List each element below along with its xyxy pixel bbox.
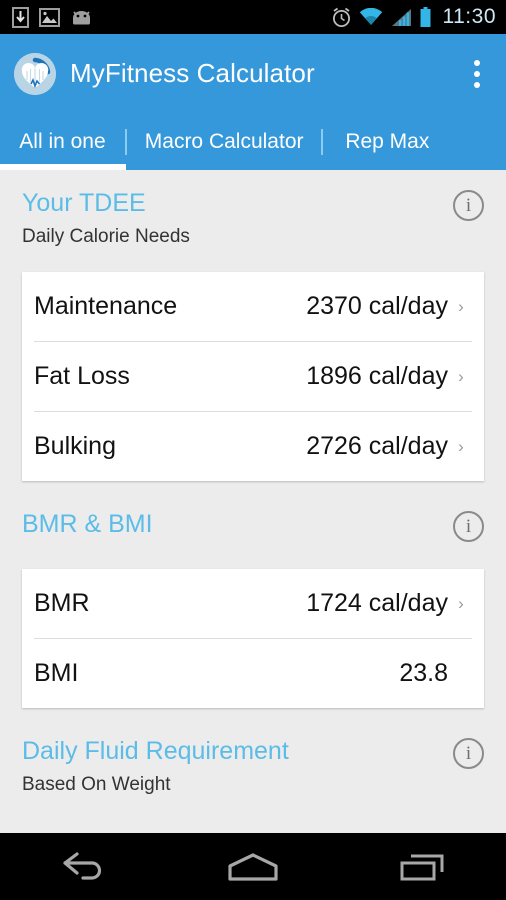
row-label: Bulking — [34, 432, 116, 460]
overflow-dot — [474, 59, 480, 66]
section-header-tdee: Your TDEE Daily Calorie Needs i — [0, 188, 506, 249]
status-bar-clock: 11:30 — [442, 5, 496, 28]
recent-apps-icon — [398, 852, 446, 882]
row-maintenance[interactable]: Maintenance 2370 cal/day › — [22, 272, 484, 341]
nav-back-button[interactable] — [36, 833, 132, 900]
row-bmi[interactable]: BMI 23.8 — [22, 639, 484, 708]
info-icon[interactable]: i — [453, 190, 484, 221]
wifi-icon — [359, 7, 383, 27]
status-bar: 11:30 — [0, 0, 506, 34]
section-texts: Daily Fluid Requirement Based On Weight — [22, 736, 453, 797]
section-header-bmr-bmi: BMR & BMI i — [0, 509, 506, 542]
section-subtitle: Based On Weight — [22, 774, 171, 795]
tab-all-in-one[interactable]: All in one — [0, 113, 125, 170]
chevron-right-icon: › — [458, 296, 464, 316]
row-value: 23.8 — [399, 659, 448, 687]
download-icon — [12, 6, 29, 28]
row-value: 1724 cal/day — [306, 589, 448, 617]
tab-label: Macro Calculator — [144, 129, 304, 153]
row-bulking[interactable]: Bulking 2726 cal/day › — [22, 412, 484, 481]
alarm-clock-icon — [331, 7, 352, 28]
myfitness-logo-icon — [14, 52, 56, 95]
status-bar-right-icons: 11:30 — [331, 5, 497, 29]
nav-recents-button[interactable] — [374, 833, 470, 900]
row-label: Fat Loss — [34, 362, 130, 390]
gallery-image-icon — [39, 7, 60, 27]
overflow-menu-icon[interactable] — [462, 52, 492, 96]
section-texts: Your TDEE Daily Calorie Needs — [22, 188, 453, 249]
chevron-right-icon: › — [458, 366, 464, 386]
section-header-daily-fluid: Daily Fluid Requirement Based On Weight … — [0, 736, 506, 797]
overflow-dot — [474, 81, 480, 88]
tab-label: All in one — [19, 129, 106, 153]
card-tdee: Maintenance 2370 cal/day › Fat Loss 1896… — [22, 272, 484, 481]
nav-home-button[interactable] — [205, 833, 301, 900]
row-value: 2370 cal/day — [306, 292, 448, 320]
row-label: BMI — [34, 659, 79, 687]
overflow-dot — [474, 70, 480, 77]
row-value: 2726 cal/day — [306, 432, 448, 460]
chevron-right-icon: › — [458, 593, 464, 613]
section-title: Your TDEE — [22, 189, 146, 217]
phone-screen: 11:30 MyFitness Calculator All in one Ma… — [0, 0, 506, 900]
chevron-right-icon: › — [458, 436, 464, 456]
info-icon[interactable]: i — [453, 738, 484, 769]
app-bar: MyFitness Calculator — [0, 34, 506, 113]
system-navigation-bar — [0, 833, 506, 900]
info-icon[interactable]: i — [453, 511, 484, 542]
section-subtitle: Daily Calorie Needs — [22, 226, 190, 247]
row-bmr[interactable]: BMR 1724 cal/day › — [22, 569, 484, 638]
status-bar-left-icons — [12, 6, 93, 28]
back-arrow-icon — [61, 851, 107, 882]
android-head-icon — [70, 9, 93, 25]
section-texts: BMR & BMI — [22, 509, 453, 539]
row-label: BMR — [34, 589, 90, 617]
row-label: Maintenance — [34, 292, 178, 320]
cell-signal-icon — [390, 8, 412, 27]
home-icon — [226, 852, 280, 882]
section-title: BMR & BMI — [22, 510, 153, 538]
row-fat-loss[interactable]: Fat Loss 1896 cal/day › — [22, 342, 484, 411]
app-title: MyFitness Calculator — [70, 58, 315, 88]
section-title: Daily Fluid Requirement — [22, 737, 289, 765]
battery-icon — [419, 6, 432, 28]
row-value: 1896 cal/day — [306, 362, 448, 390]
card-bmr-bmi: BMR 1724 cal/day › BMI 23.8 — [22, 569, 484, 708]
tab-macro-calculator[interactable]: Macro Calculator — [127, 113, 321, 170]
tab-label: Rep Max — [345, 129, 430, 153]
tab-rep-max[interactable]: Rep Max — [323, 113, 506, 170]
scroll-content[interactable]: Your TDEE Daily Calorie Needs i Maintena… — [0, 170, 506, 833]
tab-bar: All in one Macro Calculator Rep Max — [0, 113, 506, 170]
